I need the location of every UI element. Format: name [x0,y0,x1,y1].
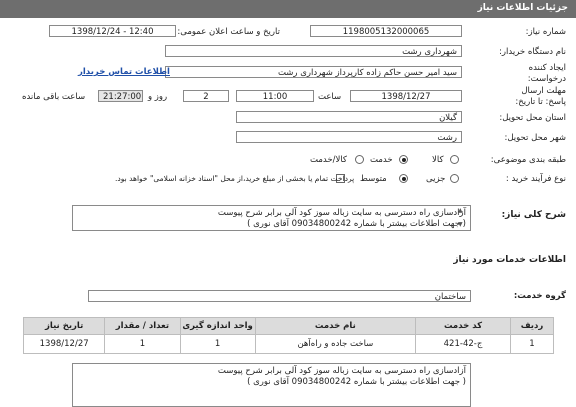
table-header-row: تاریخ نیاز تعداد / مقدار واحد اندازه گیر… [22,317,555,335]
service-group-field[interactable]: ساختمان [88,290,471,302]
deadline-date-field[interactable]: 1398/12/27 [350,90,462,102]
summary-line-1: آزادسازی راه دسترسی به سایت زباله سوز کو… [217,208,466,218]
col-need-date: تاریخ نیاز [22,317,106,335]
notes-line-2: ( جهت اطلاعات بیشتر با شماره 09034800242… [247,377,466,387]
cell-row: 1 [509,334,555,354]
cell-service-name: ساخت جاده و راه‌آهن [254,334,417,354]
service-group-label: گروه خدمت: [513,291,566,301]
cell-unit: 1 [179,334,256,354]
summary-label: شرح کلی نیاز: [501,210,566,220]
remaining-days-field: 2 [183,90,229,102]
need-number-field[interactable]: 1198005132000065 [310,25,462,37]
city-label: شهر محل تحویل: [504,133,566,143]
remaining-time-field: 21:27:00 [98,90,143,102]
category-label: طبقه بندی موضوعی: [490,155,566,165]
process-label: نوع فرآیند خرید : [505,174,566,184]
col-service-name: نام خدمت [254,317,417,335]
cell-need-date: 1398/12/27 [22,334,106,354]
requester-label: ایجاد کننده درخواست: [527,63,566,84]
col-row: ردیف [509,317,555,335]
page-title: جزئیات اطلاعات نیاز [477,3,568,13]
cell-quantity: 1 [104,334,181,354]
buyer-contact-link[interactable]: اطلاعات تماس خریدار [78,67,170,77]
services-table: تاریخ نیاز تعداد / مقدار واحد اندازه گیر… [22,317,555,354]
col-service-code: کد خدمت [415,317,511,335]
category-both-radio[interactable] [355,155,364,164]
category-service-radio[interactable] [399,155,408,164]
cell-service-code: ج-42-421 [415,334,511,354]
category-both-label: کالا/خدمت [310,155,347,165]
announce-field[interactable]: 1398/12/24 - 12:40 [49,25,176,37]
process-small-radio[interactable] [450,174,459,183]
process-small-label: جزیی [426,174,446,184]
category-service-label: خدمت [370,155,393,165]
process-medium-label: متوسط [360,174,387,184]
scroll-up-icon[interactable]: ▲ [458,207,463,214]
category-goods-radio[interactable] [450,155,459,164]
days-label: روز و [148,92,168,102]
announce-label: تاریخ و ساعت اعلان عمومی: [177,27,280,37]
col-unit: واحد اندازه گیری [179,317,256,335]
scroll-down-icon[interactable]: ▼ [458,221,463,228]
summary-line-2: ( جهت اطلاعات بیشتر با شماره 09034800242… [247,219,466,229]
notes-line-1: آزادسازی راه دسترسی به سایت زباله سوز کو… [217,366,466,376]
summary-textarea[interactable]: آزادسازی راه دسترسی به سایت زباله سوز کو… [72,205,471,231]
deadline-time-label: ساعت [318,92,342,102]
notes-textarea[interactable]: آزادسازی راه دسترسی به سایت زباله سوز کو… [72,363,471,407]
province-field[interactable]: گیلان [236,111,462,123]
treasury-payment-note: پرداخت تمام یا بخشی از مبلغ خرید،از محل … [115,174,355,183]
table-row[interactable]: 1398/12/27 1 1 ساخت جاده و راه‌آهن ج-42-… [22,334,555,354]
remaining-label: ساعت باقی مانده [22,92,86,102]
deadline-time-field[interactable]: 11:00 [236,90,314,102]
buyer-org-label: نام دستگاه خریدار: [499,47,566,57]
province-label: استان محل تحویل: [499,113,566,123]
city-field[interactable]: رشت [236,131,462,143]
requester-field[interactable]: سید امیر حسن حاکم زاده کارپرداز شهرداری … [165,66,462,78]
deadline-label: مهلت ارسال پاسخ: تا تاریخ: [515,86,566,107]
services-section-title: اطلاعات خدمات مورد نیاز [453,255,566,265]
process-medium-radio[interactable] [399,174,408,183]
col-quantity: تعداد / مقدار [104,317,181,335]
buyer-org-field[interactable]: شهرداری رشت [165,45,462,57]
need-number-label: شماره نیاز: [525,27,566,37]
category-goods-label: کالا [432,155,444,165]
